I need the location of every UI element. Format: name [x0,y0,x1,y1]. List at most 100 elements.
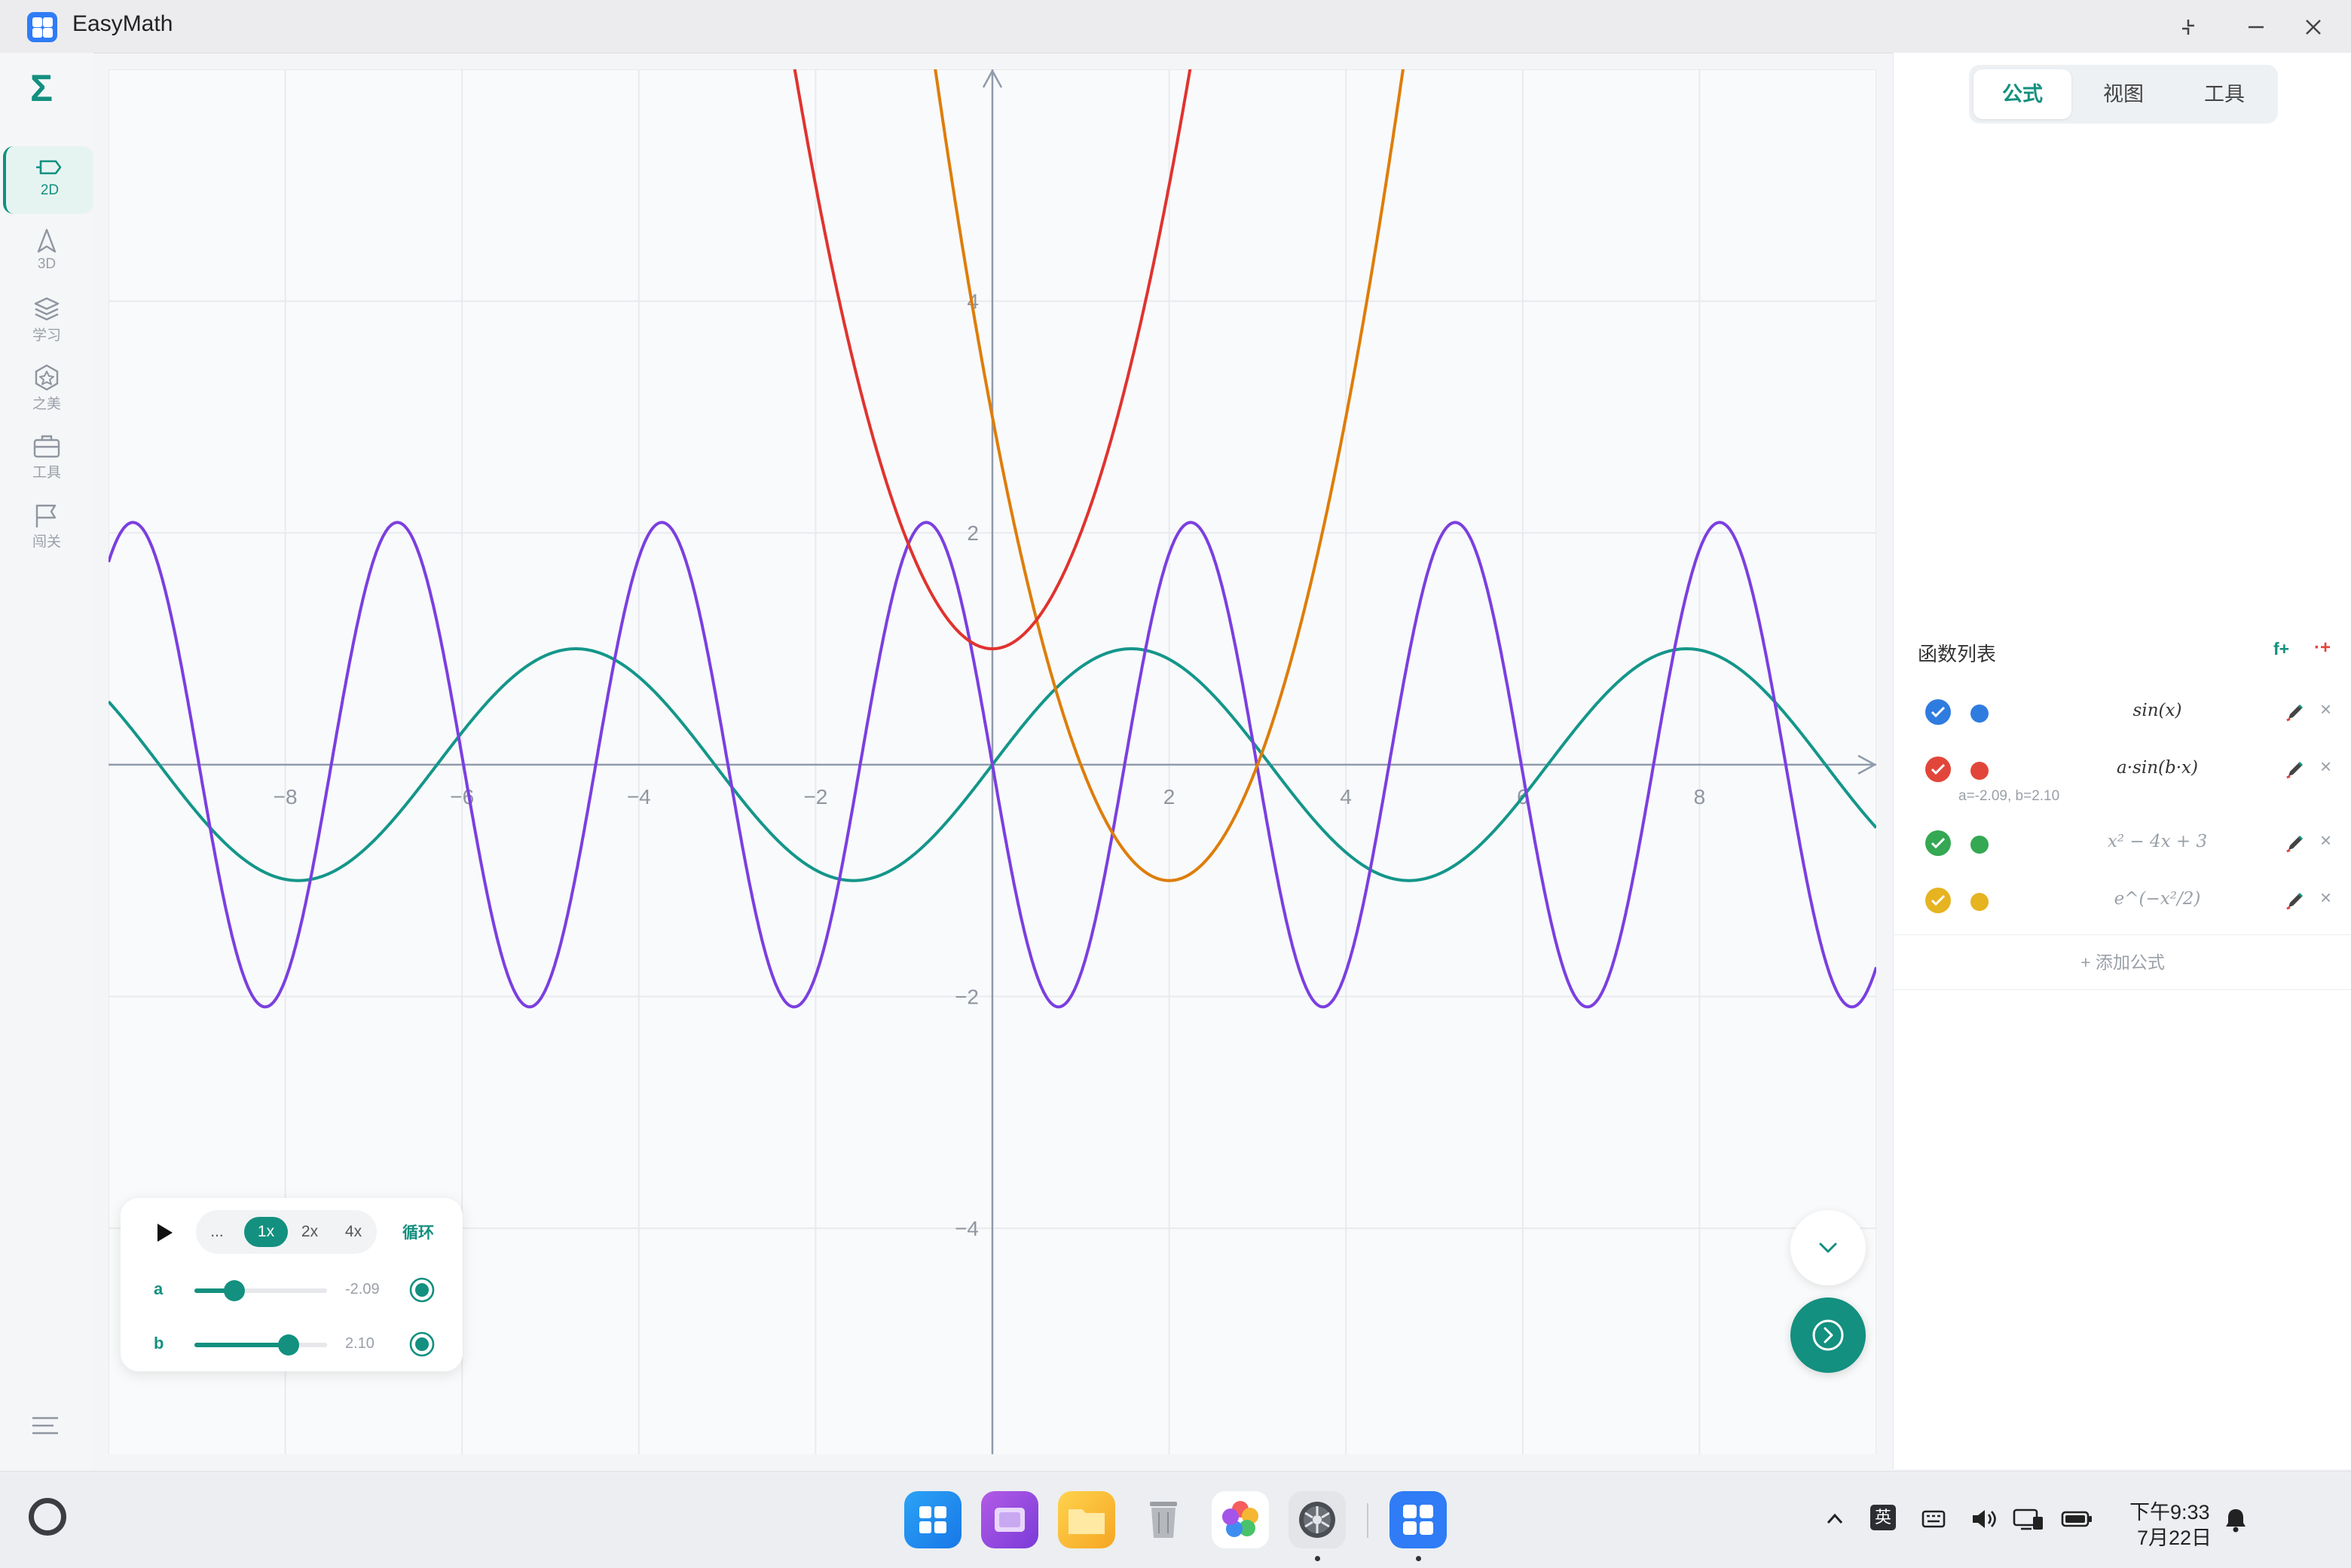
delete-icon[interactable]: × [2320,829,2331,852]
visibility-checkbox[interactable] [1925,756,1951,782]
clock-date[interactable]: 7月22日 [2137,1521,2212,1551]
edit-pencil-icon[interactable] [2284,701,2307,727]
function-row[interactable]: e^(−x²/2) × [1894,874,2351,927]
add-point-button[interactable]: ·+ [2314,637,2331,659]
sidebar-item-label: 之美 [32,396,61,412]
edit-pencil-icon[interactable] [2284,758,2307,784]
next-button[interactable] [1790,1297,1866,1373]
slider-thumb[interactable] [223,1280,245,1301]
start-button[interactable] [29,1498,66,1536]
param-row-b: b 2.10 [154,1329,455,1359]
delete-icon[interactable]: × [2320,698,2331,721]
dock-separator [1367,1503,1368,1538]
x-tick-label: −8 [274,785,298,808]
layers-icon [34,297,60,321]
speed-2x-button[interactable]: 2x [288,1217,332,1247]
function-list-title: 函数列表 [1918,643,1997,665]
target-icon[interactable] [408,1276,436,1307]
param-row-a: a -2.09 [154,1275,455,1305]
x-tick-label: −2 [803,785,827,808]
param-name: b [154,1334,164,1353]
delete-icon[interactable]: × [2320,755,2331,778]
tray-expand-icon[interactable] [1822,1506,1848,1537]
param-value: -2.09 [345,1281,380,1297]
app-logo-icon [27,12,57,42]
add-function-button[interactable]: f+ [2273,639,2289,659]
taskbar: 英 下午9:33 7月22日 [0,1471,2351,1568]
keyboard-icon[interactable] [1920,1506,1947,1537]
menu-icon[interactable] [30,1414,60,1441]
tab-formula[interactable]: 公式 [1973,69,2071,119]
formula-text[interactable]: x² − 4x + 3 [1999,832,2316,851]
color-dot[interactable] [1970,762,1989,780]
sidebar: Σ 2D 3D 学习 之美 工具 闯关 [0,53,93,1469]
param-a-slider[interactable] [194,1280,327,1301]
formula-text[interactable]: e^(−x²/2) [1999,889,2316,909]
y-tick-label: 2 [967,521,979,545]
star-badge-icon [35,364,59,391]
function-row[interactable]: a·sin(b·x) × a=-2.09, b=2.10 [1894,743,2351,804]
windows-app-icon[interactable] [904,1491,961,1548]
sidebar-item-3d[interactable]: 3D [3,220,90,288]
edit-pencil-icon[interactable] [2284,832,2307,858]
volume-icon[interactable] [1970,1506,1998,1537]
function-row[interactable]: x² − 4x + 3 × [1894,817,2351,870]
delete-icon[interactable]: × [2320,886,2331,909]
settings-app-icon[interactable] [1289,1491,1346,1548]
param-b-slider[interactable] [194,1334,327,1356]
function-row[interactable]: sin(x) × [1894,686,2351,738]
formula-text[interactable]: sin(x) [1999,701,2316,720]
sidebar-item-label: 3D [37,256,57,272]
visibility-checkbox[interactable] [1925,699,1951,725]
animation-panel: ... 1x 2x 4x 循环 a -2.09 b 2.10 [121,1198,463,1371]
sidebar-item-tools[interactable]: 工具 [3,425,90,493]
close-window-icon[interactable] [2297,11,2330,44]
sigma-logo-icon: Σ [30,67,54,109]
visibility-checkbox[interactable] [1925,888,1951,913]
target-icon[interactable] [408,1331,436,1362]
display-icon[interactable] [2012,1506,2045,1537]
running-indicator [1416,1556,1421,1561]
easymath-app-icon[interactable] [1390,1491,1447,1548]
slider-thumb[interactable] [277,1334,299,1356]
trash-app-icon[interactable] [1135,1491,1192,1548]
add-formula-button[interactable]: + 添加公式 [1894,934,2351,990]
photos-app-icon[interactable] [1212,1491,1269,1548]
speed-1x-button[interactable]: 1x [244,1217,288,1247]
right-panel: 公式 视图 工具 函数列表 f+ ·+ sin(x) × a·sin(b·x) … [1893,53,2351,1469]
x-tick-label: −4 [627,785,651,808]
sidebar-item-learn[interactable]: 学习 [3,288,90,356]
loop-toggle[interactable]: 循环 [402,1221,434,1243]
restore-window-icon[interactable] [2172,11,2205,44]
y-tick-label: −4 [955,1217,979,1240]
running-indicator [1315,1556,1320,1561]
color-dot[interactable] [1970,893,1989,911]
sidebar-item-challenge[interactable]: 闯关 [3,494,90,562]
sidebar-item-2d[interactable]: 2D [3,146,93,214]
arrow-circle-right-icon [1812,1319,1844,1351]
files-app-icon[interactable] [1058,1491,1115,1548]
cube-2d-icon [36,160,62,175]
ime-indicator[interactable]: 英 [1870,1505,1896,1530]
collapse-button[interactable] [1790,1210,1866,1285]
x-tick-label: 4 [1340,785,1352,808]
visibility-checkbox[interactable] [1925,830,1951,856]
sidebar-item-label: 工具 [32,465,61,481]
notification-bell-icon[interactable] [2223,1506,2249,1539]
color-dot[interactable] [1970,836,1989,854]
chevron-down-icon [1819,1242,1837,1253]
formula-text[interactable]: a·sin(b·x) [1999,758,2316,778]
app-title: EasyMath [72,11,173,36]
speed-4x-button[interactable]: 4x [332,1217,375,1247]
battery-icon [2060,1506,2093,1537]
sidebar-item-label: 学习 [32,328,61,344]
edit-pencil-icon[interactable] [2284,889,2307,915]
multitask-app-icon[interactable] [981,1491,1038,1548]
sidebar-item-beauty[interactable]: 之美 [3,356,90,424]
more-speed-button[interactable]: ... [200,1217,234,1247]
minimize-window-icon[interactable] [2239,11,2273,44]
tab-tools[interactable]: 工具 [2175,69,2273,119]
play-icon[interactable] [154,1222,175,1247]
tab-view[interactable]: 视图 [2074,69,2172,119]
color-dot[interactable] [1970,705,1989,723]
